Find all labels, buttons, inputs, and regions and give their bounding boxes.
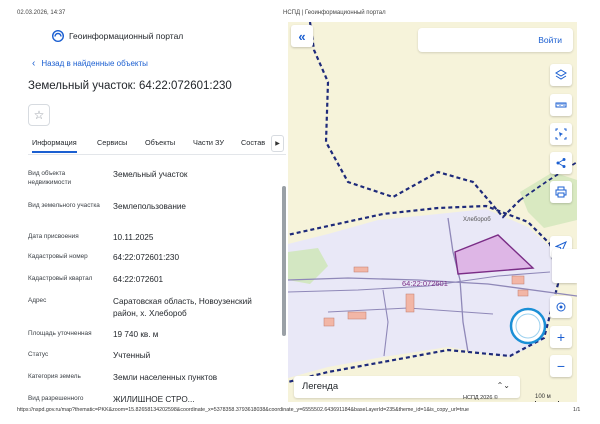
star-icon: ☆ (33, 108, 45, 122)
chevron-left-icon: ‹ (32, 57, 36, 69)
back-to-results-link[interactable]: ‹ Назад в найденные объекты (32, 57, 148, 69)
object-info-panel: Геоинформационный портал ‹ Назад в найде… (0, 22, 288, 402)
property-value: 64:22:072601:230 (113, 253, 180, 262)
page-title: Земельный участок: 64:22:072601:230 (28, 80, 232, 92)
property-value: 64:22:072601 (113, 275, 164, 284)
login-button[interactable]: Войти (418, 28, 573, 52)
side-panel-tab[interactable] (552, 249, 577, 283)
favorite-button[interactable]: ☆ (28, 104, 50, 126)
property-value: Земельный участок (113, 170, 188, 179)
layers-button[interactable] (550, 64, 572, 86)
property-label: Вид земельного участка (28, 202, 100, 209)
property-label: Дата присвоения (28, 233, 79, 240)
property-value: ЖИЛИЩНОЕ СТРО... (113, 395, 195, 402)
tab-objects[interactable]: Объекты (145, 138, 175, 147)
print-header: 02.03.2026, 14:37 НСПД | Геоинформационн… (0, 0, 600, 22)
back-link-label: Назад в найденные объекты (41, 59, 148, 68)
zoom-in-button[interactable]: + (550, 326, 572, 348)
property-value: 10.11.2025 (113, 233, 154, 242)
property-label: Адрес (28, 297, 47, 304)
collapse-panel-button[interactable]: « (291, 25, 313, 47)
print-page-title: НСПД | Геоинформационный портал (283, 10, 386, 16)
nspd-logo-icon (52, 30, 64, 42)
map-attribution: НСПД 2026 © (463, 395, 498, 401)
map-view[interactable]: 64:22:072601 Хлебороб « Войти + − Легенд… (288, 22, 577, 402)
geolocation-icon (556, 302, 566, 312)
property-label: Кадастровый номер (28, 253, 88, 260)
property-label: Вид объекта недвижимости (28, 170, 72, 186)
tabs-scroll-right-button[interactable]: ▶ (271, 135, 284, 152)
double-chevron-left-icon: « (298, 28, 306, 44)
share-icon (556, 158, 566, 168)
tab-services[interactable]: Сервисы (97, 138, 127, 147)
place-label: Хлебороб (463, 217, 491, 223)
property-value: Учтенный (113, 351, 151, 360)
property-label: Вид разрешенного (28, 395, 84, 402)
property-value: 19 740 кв. м (113, 330, 159, 339)
portal-brand[interactable]: Геоинформационный портал (52, 30, 183, 42)
print-page-number: 1/1 (573, 407, 581, 413)
property-label: Статус (28, 351, 49, 358)
parcel-label: 64:22:072601 (402, 279, 448, 288)
chevron-updown-icon: ⌃⌄ (496, 381, 510, 390)
map-canvas[interactable] (288, 22, 577, 402)
portal-name: Геоинформационный портал (69, 31, 184, 41)
print-button[interactable] (550, 181, 572, 203)
select-area-icon (555, 128, 567, 140)
print-datetime: 02.03.2026, 14:37 (17, 10, 66, 16)
property-label: Кадастровый квартал (28, 275, 93, 282)
scale-bar (535, 401, 559, 402)
layers-icon (555, 69, 567, 80)
zoom-out-button[interactable]: − (550, 355, 572, 377)
property-value: Земли населенных пунктов (113, 373, 218, 382)
panel-scrollbar[interactable] (282, 186, 286, 336)
print-icon (555, 186, 567, 198)
print-url: https://nspd.gov.ru/map?thematic=PKK&zoo… (17, 407, 470, 413)
legend-label: Легенда (302, 381, 339, 392)
ruler-icon (555, 102, 567, 108)
property-value: Землепользование (113, 202, 186, 211)
info-tabs: Информация Сервисы Объекты Части ЗУ Сост… (28, 135, 286, 155)
chevron-right-icon: ▶ (275, 141, 280, 147)
map-scale: 100 м (535, 394, 559, 402)
tab-information[interactable]: Информация (32, 138, 77, 153)
share-button[interactable] (550, 152, 572, 174)
tab-composition[interactable]: Состав (241, 138, 265, 147)
property-label: Категория земель (28, 373, 81, 380)
select-area-button[interactable] (550, 123, 572, 145)
login-label: Войти (538, 35, 562, 45)
measure-button[interactable] (550, 94, 572, 116)
tab-parcel-parts[interactable]: Части ЗУ (193, 138, 224, 147)
property-label: Площадь уточненная (28, 330, 92, 337)
geolocation-button[interactable] (550, 296, 572, 318)
scale-label: 100 м (535, 394, 551, 400)
print-footer: https://nspd.gov.ru/map?thematic=PKK&zoo… (0, 404, 600, 424)
property-value: Саратовская область, Новоузенский район,… (113, 297, 252, 318)
